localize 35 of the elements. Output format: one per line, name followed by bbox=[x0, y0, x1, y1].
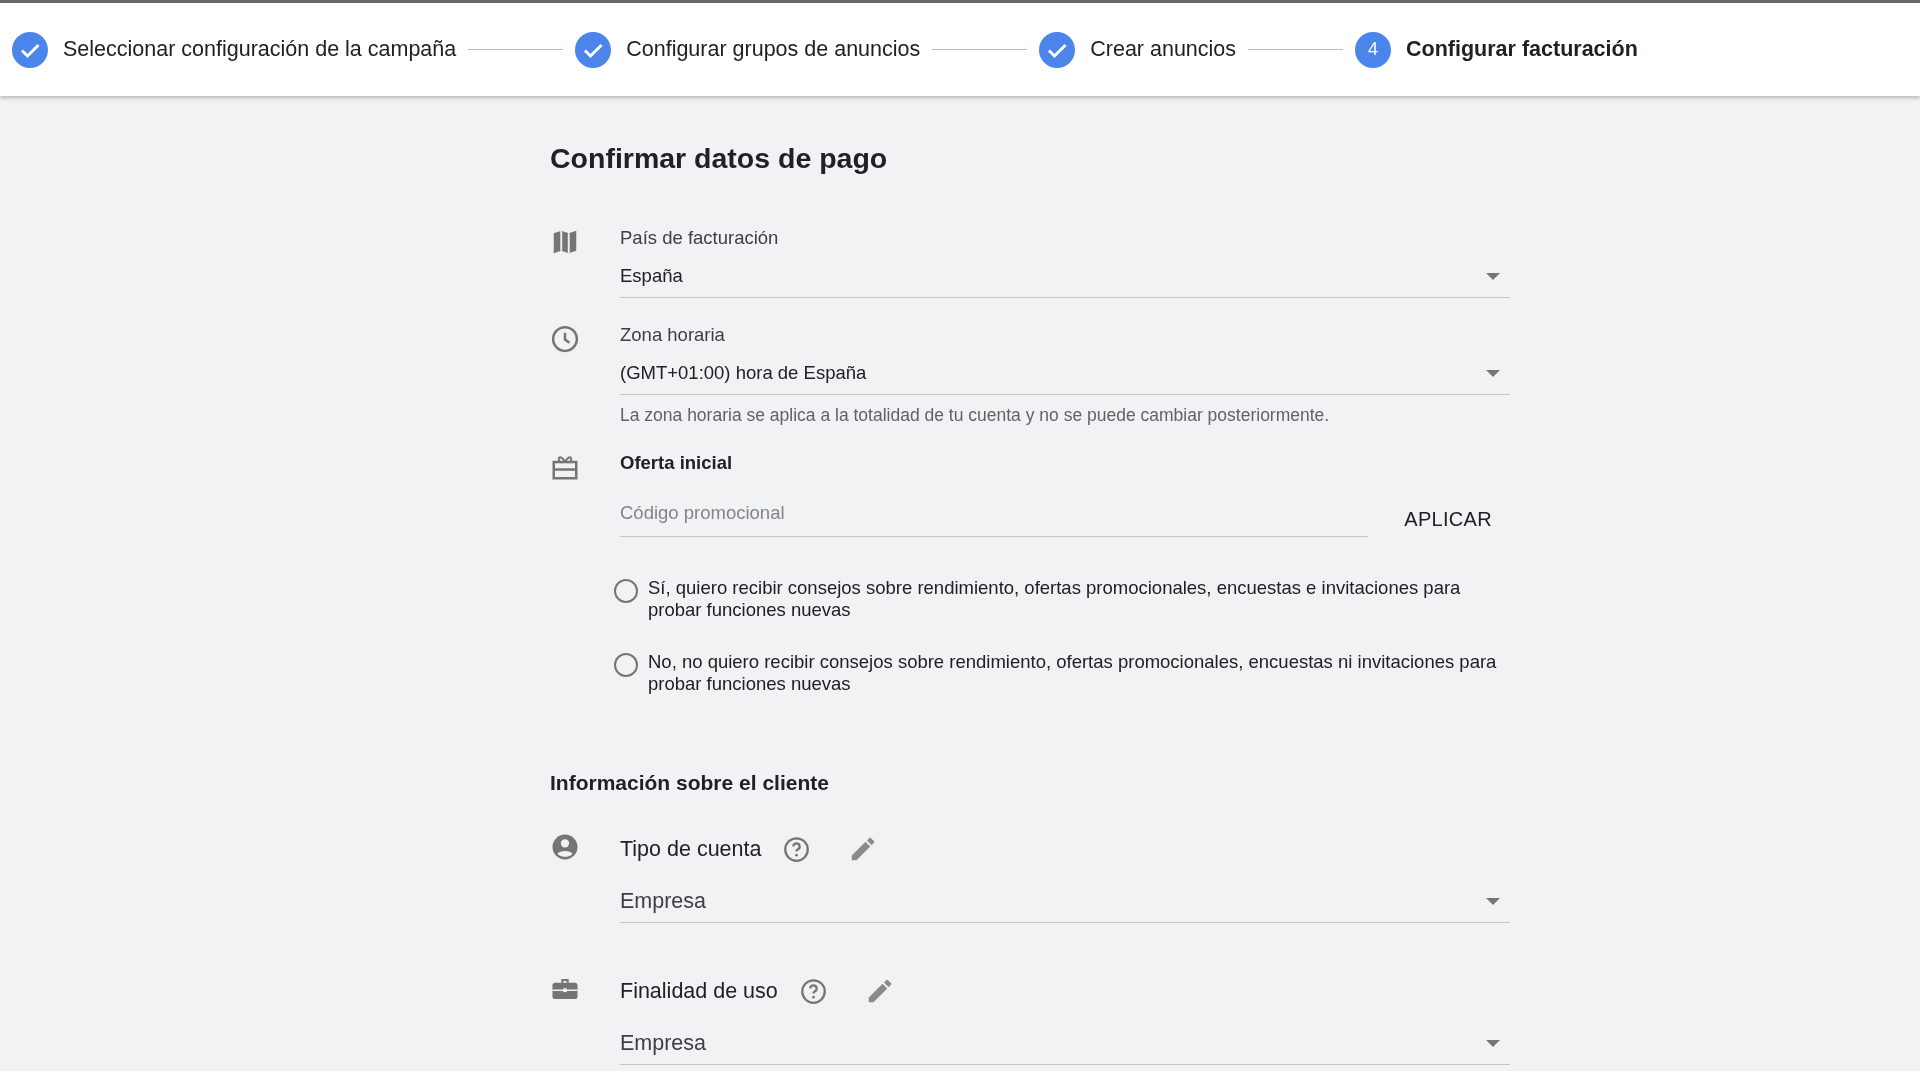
select-field[interactable]: País de facturación España bbox=[620, 227, 1510, 298]
select-field[interactable]: Zona horaria (GMT+01:00) hora de España bbox=[620, 324, 1510, 395]
radio-button[interactable] bbox=[614, 653, 638, 677]
promo-code-field[interactable]: Código promocional bbox=[620, 502, 1369, 537]
caret-icon bbox=[1486, 273, 1500, 280]
help-icon[interactable] bbox=[783, 835, 811, 863]
apply-button[interactable]: APLICAR bbox=[1386, 502, 1510, 537]
step-label[interactable]: Configurar facturación bbox=[1406, 37, 1638, 62]
field-value: Empresa bbox=[620, 1031, 707, 1056]
field-value: (GMT+01:00) hora de España bbox=[620, 362, 867, 384]
clock-icon bbox=[550, 324, 580, 354]
section-title: Confirmar datos de pago bbox=[550, 142, 889, 175]
section-title: Información sobre el cliente bbox=[550, 771, 830, 795]
step-label[interactable]: Seleccionar configuración de la campaña bbox=[63, 37, 457, 62]
field-value: Empresa bbox=[620, 889, 707, 914]
field-label: País de facturación bbox=[620, 227, 779, 249]
caret-icon bbox=[1486, 1040, 1500, 1047]
field-label: Zona horaria bbox=[620, 324, 725, 346]
radio-button[interactable] bbox=[614, 579, 638, 603]
field-label: Finalidad de uso bbox=[620, 978, 778, 1004]
radio-label[interactable]: Sí, quiero recibir consejos sobre rendimiento, ofertas promocionales, encuestas e invitaciones para probar funciones nuevas bbox=[648, 577, 1510, 621]
radio-label[interactable]: No, no quiero recibir consejos sobre rendimiento, ofertas promocionales, encuestas ni invitaciones para probar funciones nuevas bbox=[648, 651, 1510, 695]
field-label: Tipo de cuenta bbox=[620, 836, 762, 862]
caret-icon bbox=[1486, 898, 1500, 905]
select-field[interactable]: Empresa bbox=[620, 889, 1510, 923]
select-field[interactable]: Empresa bbox=[620, 1031, 1510, 1065]
field-hint: La zona horaria se aplica a la totalidad de tu cuenta y no se puede cambiar posteriormente. bbox=[620, 405, 1331, 426]
step-number: 4 bbox=[1355, 31, 1392, 68]
field-value: España bbox=[620, 265, 683, 287]
help-icon[interactable] bbox=[799, 977, 827, 1005]
caret-icon bbox=[1486, 370, 1500, 377]
person-icon bbox=[550, 832, 580, 862]
step-label[interactable]: Crear anuncios bbox=[1090, 37, 1237, 62]
step-label[interactable]: Configurar grupos de anuncios bbox=[626, 37, 921, 62]
offer-label: Oferta inicial bbox=[620, 452, 734, 474]
